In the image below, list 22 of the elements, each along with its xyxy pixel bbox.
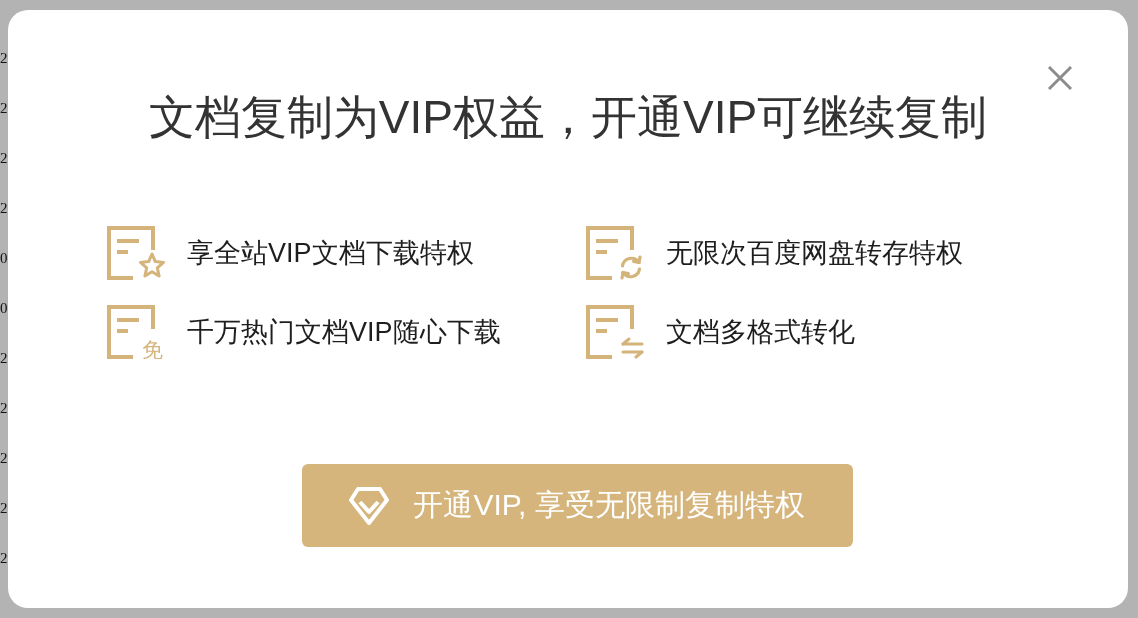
background-text: 2 bbox=[0, 499, 8, 518]
close-icon[interactable] bbox=[1047, 65, 1073, 91]
background-text: 2 bbox=[0, 49, 8, 68]
background-text: 2 bbox=[0, 199, 8, 218]
background-text: 2 bbox=[0, 349, 8, 368]
benefit-label: 文档多格式转化 bbox=[666, 316, 855, 349]
background-text: 2 bbox=[0, 99, 8, 118]
background-text: 2 bbox=[0, 149, 8, 168]
background-text: 2 bbox=[0, 549, 8, 568]
document-refresh-icon bbox=[586, 226, 644, 280]
dialog-title: 文档复制为VIP权益，开通VIP可继续复制 bbox=[148, 90, 988, 145]
benefit-label: 无限次百度网盘转存特权 bbox=[666, 237, 963, 270]
background-text: 0 bbox=[0, 249, 8, 268]
background-text: 2 bbox=[0, 399, 8, 418]
benefit-label: 千万热门文档VIP随心下载 bbox=[187, 316, 501, 349]
background-text: 2 bbox=[0, 449, 8, 468]
background-text: 0 bbox=[0, 299, 8, 318]
diamond-icon bbox=[349, 486, 390, 525]
open-vip-button[interactable]: 开通VIP, 享受无限制复制特权 bbox=[301, 464, 853, 547]
document-star-icon bbox=[107, 226, 165, 280]
benefit-label: 享全站VIP文档下载特权 bbox=[187, 237, 474, 270]
document-arrows-icon bbox=[586, 305, 644, 359]
